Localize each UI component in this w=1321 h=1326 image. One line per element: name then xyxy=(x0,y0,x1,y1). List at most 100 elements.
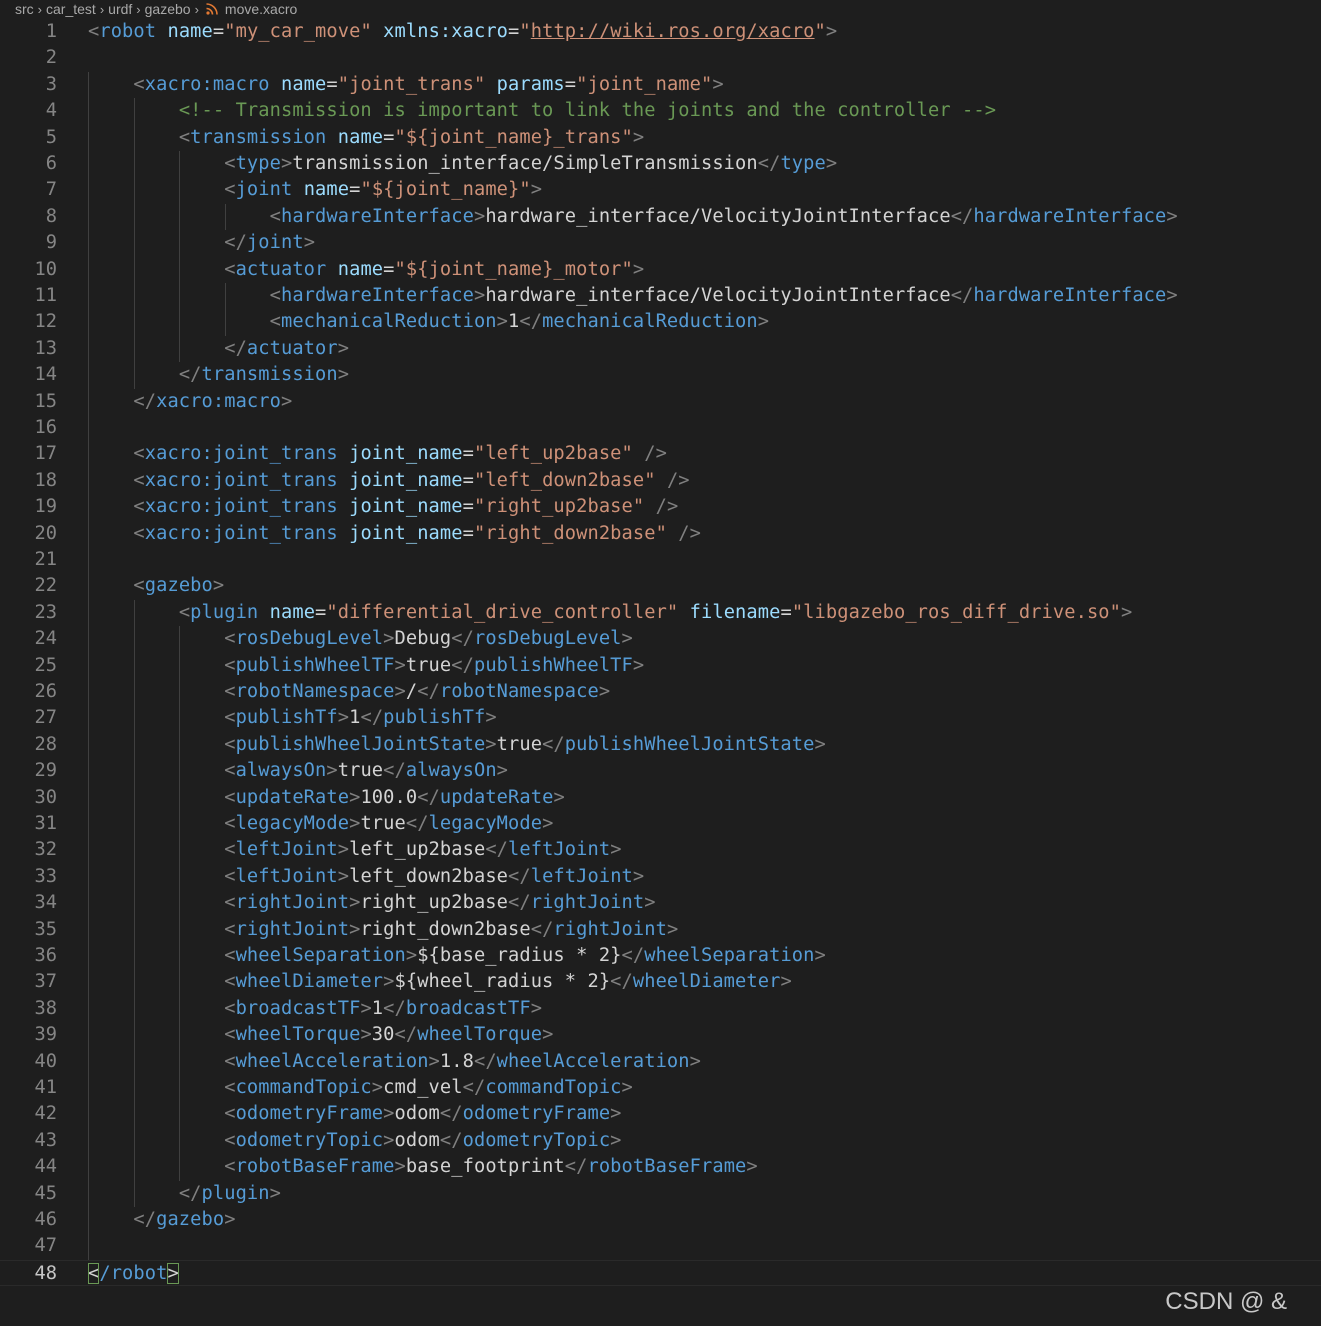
code-token: </ xyxy=(485,839,509,861)
code-line[interactable]: 18 <xacro:joint_trans joint_name="left_d… xyxy=(0,467,1321,495)
code-text: <actuator name="${joint_name}_motor"> xyxy=(88,257,644,283)
code-token: </ xyxy=(610,971,633,993)
code-text: <plugin name="differential_drive_control… xyxy=(88,600,1132,626)
code-line[interactable]: 19 <xacro:joint_trans joint_name="right_… xyxy=(0,494,1321,521)
code-line[interactable]: 17 <xacro:joint_trans joint_name="left_u… xyxy=(0,441,1321,468)
code-token: joint xyxy=(246,232,304,254)
code-token: http://wiki.ros.org/xacro xyxy=(530,21,815,42)
code-token: / xyxy=(405,681,418,702)
code-line[interactable]: 16 xyxy=(0,415,1321,442)
code-line[interactable]: 15 </xacro:macro> xyxy=(0,388,1321,415)
line-number: 31 xyxy=(34,813,57,834)
code-line[interactable]: 1 <robot name="my_car_move" xmlns:xacro="… xyxy=(0,19,1321,45)
code-token: > xyxy=(326,760,338,782)
code-token: < xyxy=(224,786,236,808)
code-line[interactable]: 6 <type>transmission_interface/SimpleTra… xyxy=(0,151,1321,178)
code-line[interactable]: 43 <odometryTopic>odom</odometryTopic> xyxy=(0,1127,1321,1155)
code-line[interactable]: 25 <publishWheelTF>true</publishWheelTF> xyxy=(0,652,1321,679)
line-number: 1 xyxy=(45,21,57,42)
code-token: > xyxy=(349,813,361,834)
code-token: rightJoint xyxy=(530,892,645,914)
code-token: < xyxy=(224,654,236,676)
code-token: < xyxy=(224,1156,236,1178)
line-number: 26 xyxy=(34,681,57,702)
code-line[interactable]: 32 <leftJoint>left_up2base</leftJoint> xyxy=(0,837,1321,864)
code-token: wheelSeparation xyxy=(644,945,815,966)
code-line[interactable]: 46 </gazebo> xyxy=(0,1207,1321,1234)
code-token: xacro:joint_trans xyxy=(144,496,338,518)
code-line[interactable]: 31 <legacyMode>true</legacyMode> xyxy=(0,811,1321,838)
code-line[interactable]: 30 <updateRate>100.0</updateRate> xyxy=(0,784,1321,811)
code-token: </ xyxy=(757,153,781,174)
code-line[interactable]: 9 </joint> xyxy=(0,230,1321,257)
line-number: 14 xyxy=(34,364,57,386)
code-token: > xyxy=(485,733,497,755)
code-line[interactable]: 5 <transmission name="${joint_name}_tran… xyxy=(0,124,1321,151)
code-line[interactable]: 37 <wheelDiameter>${wheel_radius * 2}</w… xyxy=(0,969,1321,996)
code-line[interactable]: 34 <rightJoint>right_up2base</rightJoint… xyxy=(0,890,1321,917)
code-line[interactable]: 14 </transmission> xyxy=(0,362,1321,389)
code-line[interactable]: 4 <!-- Transmission is important to link… xyxy=(0,98,1321,125)
code-line[interactable]: 20 <xacro:joint_trans joint_name="right_… xyxy=(0,520,1321,547)
code-text: </plugin> xyxy=(88,1181,281,1207)
code-editor[interactable]: 1 <robot name="my_car_move" xmlns:xacro="… xyxy=(0,18,1321,1288)
code-token: name xyxy=(303,179,350,201)
code-token: </ xyxy=(564,1156,588,1178)
code-line[interactable]: 26 <robotNamespace>/</robotNamespace> xyxy=(0,679,1321,706)
code-token: </ xyxy=(950,285,974,306)
code-line[interactable]: 41 <commandTopic>cmd_vel</commandTopic> xyxy=(0,1075,1321,1102)
code-line[interactable]: 45 </plugin> xyxy=(0,1180,1321,1207)
code-line[interactable]: 47 xyxy=(0,1233,1321,1260)
code-line[interactable]: 8 <hardwareInterface>hardware_interface/… xyxy=(0,203,1321,231)
code-token: leftJoint xyxy=(235,865,338,887)
code-line[interactable]: 44 <robotBaseFrame>base_footprint</robot… xyxy=(0,1154,1321,1181)
code-line[interactable]: 39 <wheelTorque>30</wheelTorque> xyxy=(0,1022,1321,1049)
code-line[interactable]: 12 <mechanicalReduction>1</mechanicalRed… xyxy=(0,309,1321,336)
code-token: < xyxy=(224,258,236,280)
code-token: < xyxy=(224,707,236,729)
code-line[interactable]: 24 <rosDebugLevel>Debug</rosDebugLevel> xyxy=(0,626,1321,653)
code-line[interactable]: 42 <odometryFrame>odom</odometryFrame> xyxy=(0,1101,1321,1128)
code-text: <alwaysOn>true</alwaysOn> xyxy=(88,758,508,784)
code-line[interactable]: 36 <wheelSeparation>${base_radius * 2}</… xyxy=(0,943,1321,970)
code-token: true xyxy=(496,733,543,755)
code-token: "right_up2base" xyxy=(473,496,645,518)
code-token: "left_down2base" xyxy=(473,469,656,491)
code-line[interactable]: 28 <publishWheelJointState>true</publish… xyxy=(0,731,1321,759)
breadcrumb: src › car_test › urdf › gazebo › move.xa… xyxy=(0,0,1321,18)
code-line[interactable]: 11 <hardwareInterface>hardware_interface… xyxy=(0,283,1321,310)
code-text: </gazebo> xyxy=(88,1207,236,1233)
code-token: < xyxy=(224,628,236,650)
code-line[interactable]: 13 </actuator> xyxy=(0,335,1321,363)
code-line[interactable]: 27 <publishTf>1</publishTf> xyxy=(0,705,1321,732)
code-line[interactable]: 40 <wheelAcceleration>1.8</wheelAccelera… xyxy=(0,1048,1321,1075)
code-token: > xyxy=(746,1156,758,1178)
breadcrumb-item-gazebo[interactable]: gazebo xyxy=(145,1,191,17)
code-line[interactable]: 10 <actuator name="${joint_name}_motor"> xyxy=(0,256,1321,283)
code-line[interactable]: 3 <xacro:macro name="joint_trans" params… xyxy=(0,71,1321,99)
breadcrumb-item-src[interactable]: src xyxy=(15,1,34,17)
line-number: 43 xyxy=(34,1129,57,1151)
code-line[interactable]: 48 </robot> xyxy=(0,1259,1321,1287)
code-line[interactable]: 33 <leftJoint>left_down2base</leftJoint> xyxy=(0,863,1321,891)
code-line[interactable]: 2 xyxy=(0,45,1321,71)
code-line[interactable]: 38 <broadcastTF>1</broadcastTF> xyxy=(0,995,1321,1023)
code-line[interactable]: 29 <alwaysOn>true</alwaysOn> xyxy=(0,758,1321,785)
breadcrumb-item-car-test[interactable]: car_test xyxy=(46,1,96,17)
code-token: < xyxy=(224,918,236,940)
code-line[interactable]: 7 <joint name="${joint_name}"> xyxy=(0,177,1321,204)
code-line[interactable]: 22 <gazebo> xyxy=(0,573,1321,600)
code-line[interactable]: 35 <rightJoint>right_down2base</rightJoi… xyxy=(0,916,1321,943)
line-number: 47 xyxy=(34,1235,57,1257)
breadcrumb-item-file[interactable]: move.xacro xyxy=(225,1,297,17)
code-line[interactable]: 23 <plugin name="differential_drive_cont… xyxy=(0,599,1321,627)
code-text: </transmission> xyxy=(88,362,349,388)
code-token: hardware_interface/VelocityJointInterfac… xyxy=(485,205,951,227)
code-token: Debug xyxy=(394,628,452,650)
code-line[interactable]: 21 xyxy=(0,547,1321,574)
breadcrumb-item-urdf[interactable]: urdf xyxy=(108,1,132,17)
